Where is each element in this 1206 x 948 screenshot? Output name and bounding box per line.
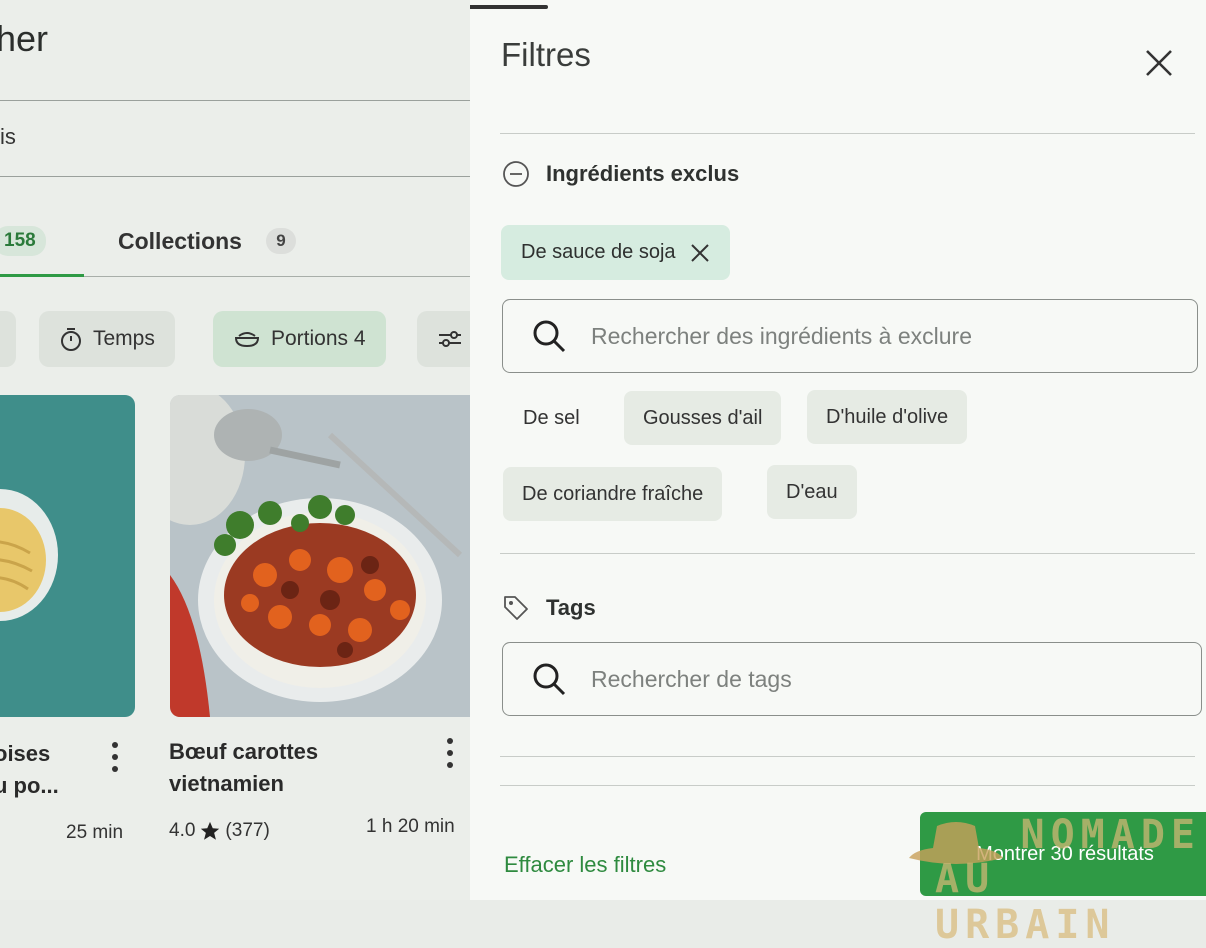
suggestion-chip[interactable]: D'huile d'olive — [807, 390, 968, 444]
timer-icon — [61, 328, 81, 351]
recipe-image-noodles[interactable] — [0, 395, 135, 717]
divider — [0, 176, 470, 177]
suggestion-chip[interactable]: D'eau — [767, 465, 857, 519]
divider — [500, 553, 1195, 554]
review-count: (377) — [225, 820, 270, 841]
divider — [0, 100, 470, 101]
filter-chip-portions[interactable]: Portions 4 — [213, 311, 386, 367]
divider — [500, 756, 1195, 757]
recipe-rating: 4.0 (377) — [169, 820, 270, 842]
tab-collections-count: 9 — [266, 228, 296, 254]
search-icon — [533, 663, 566, 696]
divider — [500, 133, 1195, 134]
show-results-button[interactable]: Montrer 30 résultats — [920, 812, 1206, 896]
close-icon — [1146, 50, 1172, 76]
search-icon — [533, 320, 566, 353]
background-recipes-page: her is 158 Collections 9 Temps Portions … — [0, 0, 470, 900]
recipe-title-line1[interactable]: Bœuf carottes — [169, 736, 318, 768]
panel-title: Filtres — [501, 36, 591, 73]
suggestion-chip[interactable]: De coriandre fraîche — [503, 467, 723, 521]
recipe-title-line2[interactable]: u po... — [0, 770, 59, 802]
suggestion-chip[interactable]: De sel — [504, 391, 599, 445]
selected-excluded-chip[interactable]: De sauce de soja — [501, 225, 730, 280]
chip-label: De sauce de soja — [521, 241, 676, 263]
recipe-title-line2[interactable]: vietnamien — [169, 768, 284, 800]
more-options-icon[interactable] — [447, 738, 453, 774]
clear-filters-link[interactable]: Effacer les filtres — [504, 852, 666, 878]
exclude-ingredient-search[interactable] — [502, 299, 1198, 373]
filter-chip-label: Portions 4 — [271, 327, 366, 350]
remove-icon[interactable] — [690, 243, 710, 263]
tag-icon — [504, 596, 528, 620]
sliders-icon — [439, 331, 461, 347]
tab-collections[interactable]: Collections — [118, 228, 242, 255]
page-title: her — [0, 18, 49, 59]
tab-recipes-count[interactable]: 158 — [0, 226, 46, 256]
search-input[interactable] — [589, 321, 1153, 351]
section-title: Tags — [546, 595, 596, 620]
close-button[interactable] — [1134, 38, 1184, 88]
recipe-time: 1 h 20 min — [366, 816, 455, 837]
recipe-title-line1[interactable]: oises — [0, 738, 50, 770]
rating-value: 4.0 — [169, 820, 196, 841]
star-icon — [201, 821, 220, 840]
filters-panel: Filtres Ingrédients exclus De sauce de s… — [470, 0, 1206, 900]
filter-chip-partial[interactable] — [0, 311, 16, 367]
active-tab-indicator — [0, 274, 84, 277]
excluded-ingredients-header[interactable]: Ingrédients exclus — [502, 160, 739, 188]
tab-divider — [84, 276, 470, 277]
more-options-icon[interactable] — [112, 742, 118, 778]
bowl-icon — [234, 332, 260, 348]
divider — [500, 785, 1195, 786]
section-title: Ingrédients exclus — [546, 161, 740, 186]
filter-chip-more[interactable] — [417, 311, 470, 367]
page-subtitle: is — [0, 124, 16, 149]
tags-header[interactable]: Tags — [502, 594, 596, 622]
suggestion-chip[interactable]: Gousses d'ail — [624, 391, 782, 445]
tag-search[interactable] — [502, 642, 1202, 716]
recipe-time: 25 min — [66, 822, 124, 843]
search-input[interactable] — [589, 664, 1153, 694]
collapse-icon — [503, 161, 529, 187]
recipe-image-beef-carrot[interactable] — [170, 395, 470, 717]
filter-chip-label: Temps — [93, 327, 155, 350]
drag-handle[interactable] — [470, 5, 548, 9]
filter-chip-time[interactable]: Temps — [39, 311, 175, 367]
